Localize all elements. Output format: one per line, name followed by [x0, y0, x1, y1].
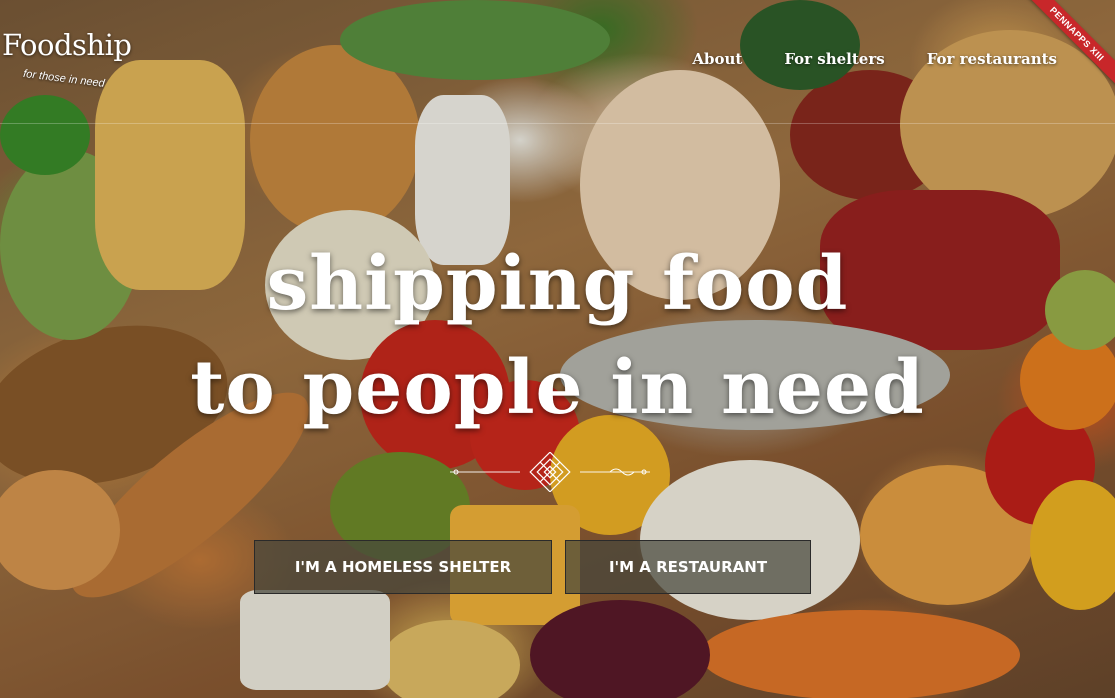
nav-divider	[0, 123, 1115, 124]
headline-line-1: shipping food	[266, 241, 849, 327]
headline-line-2: to people in need	[190, 345, 925, 431]
homeless-shelter-button[interactable]: I'M A HOMELESS SHELTER	[254, 540, 552, 594]
nav-for-shelters[interactable]: For shelters	[784, 50, 884, 68]
ribbon-label[interactable]: PENNAPPS XIII	[1014, 0, 1115, 97]
ornament-divider-icon	[450, 452, 650, 492]
nav-about[interactable]: About	[692, 50, 742, 68]
corner-ribbon[interactable]: PENNAPPS XIII	[995, 0, 1115, 120]
hero-headline: shipping food to people in need	[0, 232, 1115, 440]
restaurant-button[interactable]: I'M A RESTAURANT	[565, 540, 811, 594]
brand-logo[interactable]: Foodship	[2, 28, 132, 62]
